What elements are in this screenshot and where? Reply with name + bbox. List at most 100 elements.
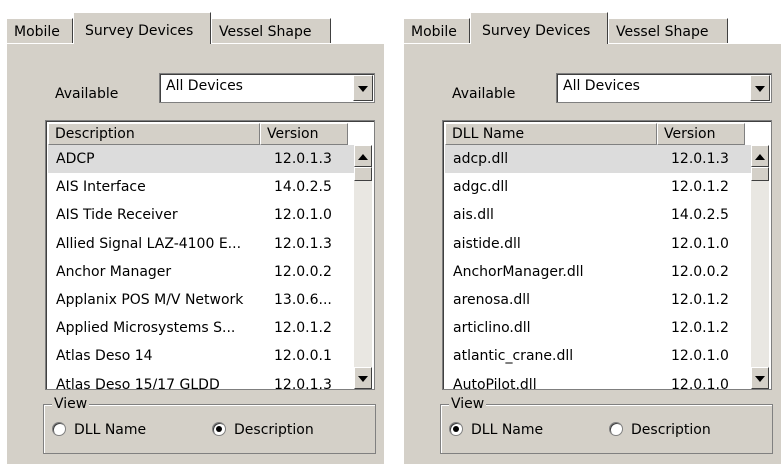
list-item[interactable]: ADCP 12.0.1.3 xyxy=(48,145,354,174)
column-header-version[interactable]: Version xyxy=(260,123,348,145)
item-version: 12.0.1.2 xyxy=(671,320,729,337)
list-item[interactable]: AutoPilot.dll 12.0.1.0 xyxy=(445,371,751,390)
radio-label: Description xyxy=(234,422,314,438)
item-name: ADCP xyxy=(56,151,95,167)
list-item[interactable]: Applanix POS M/V Network 13.0.6... xyxy=(48,286,354,314)
available-dropdown[interactable]: All Devices xyxy=(556,73,772,103)
list-item[interactable]: arenosa.dll 12.0.1.2 xyxy=(445,286,751,314)
item-version: 12.0.1.0 xyxy=(671,376,729,390)
chevron-down-icon xyxy=(755,86,765,92)
vertical-scrollbar[interactable] xyxy=(751,145,769,389)
list-item[interactable]: Allied Signal LAZ-4100 E... 12.0.1.3 xyxy=(48,230,354,258)
device-list[interactable]: Description Version ADCP 12.0.1.3 AIS Int… xyxy=(45,120,375,390)
tab-vessel-shape[interactable]: Vessel Shape xyxy=(211,18,331,44)
item-name: atlantic_crane.dll xyxy=(453,348,574,365)
tab-vessel-shape[interactable]: Vessel Shape xyxy=(608,18,728,44)
item-name: ais.dll xyxy=(453,207,494,224)
item-name: Anchor Manager xyxy=(56,263,172,280)
item-version: 12.0.0.2 xyxy=(671,263,729,280)
panel-right: Mobile Vessel Shape Survey Devices Avail… xyxy=(397,0,781,464)
list-item[interactable]: adgc.dll 12.0.1.2 xyxy=(445,173,751,201)
tab-mobile[interactable]: Mobile xyxy=(403,18,470,44)
radio-button-icon[interactable] xyxy=(449,422,463,436)
dropdown-button[interactable] xyxy=(750,75,770,101)
item-name: adcp.dll xyxy=(453,151,509,167)
view-group-label: View xyxy=(52,396,90,412)
item-name: adgc.dll xyxy=(453,179,509,196)
tab-survey-devices[interactable]: Survey Devices xyxy=(470,12,608,44)
item-version: 14.0.2.5 xyxy=(671,207,729,224)
chevron-down-icon xyxy=(358,86,368,92)
radio-dll-name[interactable]: DLL Name xyxy=(52,421,146,439)
item-name: articlino.dll xyxy=(453,320,531,337)
available-dropdown[interactable]: All Devices xyxy=(159,73,375,103)
device-list[interactable]: DLL Name Version adcp.dll 12.0.1.3 adgc.d… xyxy=(442,120,772,390)
tab-mobile[interactable]: Mobile xyxy=(6,18,73,44)
item-name: Atlas Deso 15/17 GLDD xyxy=(56,376,220,390)
scroll-up-button[interactable] xyxy=(751,145,769,167)
scroll-thumb[interactable] xyxy=(354,167,372,181)
item-name: Atlas Deso 14 xyxy=(56,348,153,365)
tab-survey-devices[interactable]: Survey Devices xyxy=(73,12,211,44)
list-header: DLL Name Version xyxy=(445,123,751,145)
dropdown-button[interactable] xyxy=(353,75,373,101)
radio-button-icon[interactable] xyxy=(609,422,623,436)
item-version: 14.0.2.5 xyxy=(274,179,332,196)
scroll-thumb[interactable] xyxy=(751,167,769,181)
item-name: AutoPilot.dll xyxy=(453,376,537,390)
survey-devices-page: Available All Devices DLL Name Version a… xyxy=(403,43,781,464)
radio-dll-name[interactable]: DLL Name xyxy=(449,421,543,439)
panel-left: Mobile Vessel Shape Survey Devices Avail… xyxy=(0,0,384,464)
list-item[interactable]: Applied Microsystems S... 12.0.1.2 xyxy=(48,314,354,342)
radio-label: DLL Name xyxy=(471,422,544,438)
scroll-down-button[interactable] xyxy=(751,367,769,389)
column-header-dll-name[interactable]: DLL Name xyxy=(445,123,657,145)
list-item[interactable]: Atlas Deso 14 12.0.0.1 xyxy=(48,342,354,370)
list-item[interactable]: ais.dll 14.0.2.5 xyxy=(445,201,751,229)
list-item[interactable]: Atlas Deso 15/17 GLDD 12.0.1.3 xyxy=(48,371,354,390)
item-name: Allied Signal LAZ-4100 E... xyxy=(56,235,242,252)
list-item[interactable]: adcp.dll 12.0.1.3 xyxy=(445,145,751,174)
list-item[interactable]: aistide.dll 12.0.1.0 xyxy=(445,230,751,258)
panel-separator xyxy=(384,0,397,464)
radio-label: DLL Name xyxy=(74,422,147,438)
arrow-down-icon xyxy=(358,376,368,382)
survey-devices-page: Available All Devices Description Versio… xyxy=(6,43,384,464)
vertical-scrollbar[interactable] xyxy=(354,145,372,389)
radio-label: Description xyxy=(631,422,711,438)
list-item[interactable]: AIS Interface 14.0.2.5 xyxy=(48,173,354,201)
scroll-up-button[interactable] xyxy=(354,145,372,167)
item-version: 12.0.1.3 xyxy=(274,235,332,252)
list-header: Description Version xyxy=(48,123,354,145)
list-item[interactable]: articlino.dll 12.0.1.2 xyxy=(445,314,751,342)
item-version: 12.0.1.3 xyxy=(671,151,729,167)
dropdown-value: All Devices xyxy=(166,78,243,94)
column-header-description[interactable]: Description xyxy=(48,123,260,145)
radio-button-icon[interactable] xyxy=(52,422,66,436)
item-version: 12.0.0.1 xyxy=(274,348,332,365)
column-header-version[interactable]: Version xyxy=(657,123,745,145)
list-rows: adcp.dll 12.0.1.3 adgc.dll 12.0.1.2 ais.dl… xyxy=(445,145,751,390)
list-item[interactable]: AIS Tide Receiver 12.0.1.0 xyxy=(48,201,354,229)
item-version: 12.0.1.0 xyxy=(671,348,729,365)
radio-description[interactable]: Description xyxy=(609,421,711,439)
item-version: 12.0.1.2 xyxy=(671,179,729,196)
item-name: Applied Microsystems S... xyxy=(56,320,236,337)
radio-button-icon[interactable] xyxy=(212,422,226,436)
item-name: AIS Tide Receiver xyxy=(56,207,178,224)
item-version: 12.0.1.0 xyxy=(671,235,729,252)
list-item[interactable]: Anchor Manager 12.0.0.2 xyxy=(48,258,354,286)
list-item[interactable]: AnchorManager.dll 12.0.0.2 xyxy=(445,258,751,286)
item-version: 12.0.0.2 xyxy=(274,263,332,280)
item-version: 12.0.1.3 xyxy=(274,376,332,390)
radio-description[interactable]: Description xyxy=(212,421,314,439)
available-label: Available xyxy=(55,86,119,102)
item-name: Applanix POS M/V Network xyxy=(56,291,244,308)
item-version: 12.0.1.3 xyxy=(274,151,332,167)
list-item[interactable]: atlantic_crane.dll 12.0.1.0 xyxy=(445,342,751,370)
dropdown-value: All Devices xyxy=(563,78,640,94)
available-label: Available xyxy=(452,86,516,102)
item-name: AIS Interface xyxy=(56,179,146,196)
scroll-down-button[interactable] xyxy=(354,367,372,389)
view-group: View DLL Name Description xyxy=(43,396,376,454)
